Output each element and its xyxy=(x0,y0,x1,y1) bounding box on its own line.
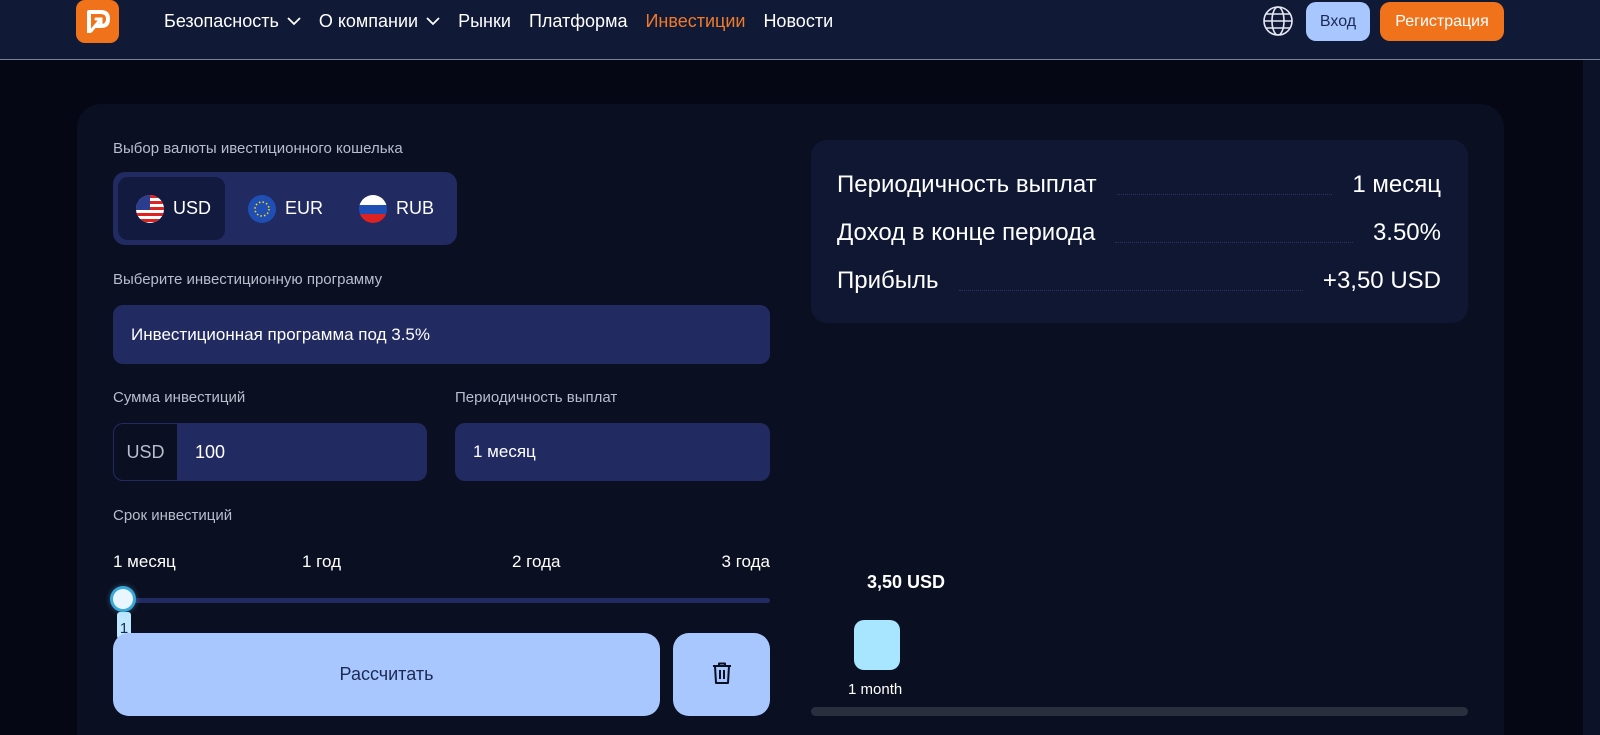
register-button[interactable]: Регистрация xyxy=(1380,2,1504,41)
nav-item-about[interactable]: О компании xyxy=(319,11,440,32)
globe-icon[interactable] xyxy=(1261,4,1295,38)
currency-eur-button[interactable]: EUR xyxy=(230,177,335,240)
term-label: Срок инвестиций xyxy=(113,507,233,524)
summary-row-profit: Прибыль +3,50 USD xyxy=(837,265,1441,297)
chart-bar xyxy=(854,620,900,670)
summary-divider xyxy=(1116,194,1333,195)
ru-flag-icon xyxy=(359,194,387,223)
period-select[interactable]: 1 месяц xyxy=(455,423,770,481)
main-nav: Безопасность О компании Рынки Платформа … xyxy=(164,0,851,42)
term-slider-track[interactable] xyxy=(113,598,770,603)
summary-value: 1 месяц xyxy=(1352,171,1441,198)
login-button[interactable]: Вход xyxy=(1306,2,1370,41)
chevron-down-icon xyxy=(426,16,440,26)
summary-row-period: Периодичность выплат 1 месяц xyxy=(837,169,1441,201)
chart-scrollbar[interactable] xyxy=(811,707,1468,716)
program-select[interactable]: Инвестиционная программа под 3.5% xyxy=(113,305,770,364)
nav-item-label: Инвестиции xyxy=(645,10,746,31)
summary-label: Прибыль xyxy=(837,267,939,294)
nav-item-label: Рынки xyxy=(458,10,511,31)
summary-divider xyxy=(1115,242,1353,243)
currency-label: Выбор валюты ивестиционного кошелька xyxy=(113,140,403,157)
us-flag-icon xyxy=(136,194,164,223)
trash-icon xyxy=(711,661,733,688)
nav-item-platform[interactable]: Платформа xyxy=(529,11,628,32)
program-label: Выберите инвестиционную программу xyxy=(113,271,383,288)
nav-item-markets[interactable]: Рынки xyxy=(458,11,511,32)
currency-code: EUR xyxy=(285,198,324,218)
top-navbar: Безопасность О компании Рынки Платформа … xyxy=(0,0,1600,60)
summary-label: Доход в конце периода xyxy=(837,219,1096,246)
summary-divider xyxy=(958,290,1303,291)
nav-item-news[interactable]: Новости xyxy=(763,11,833,32)
period-select-value: 1 месяц xyxy=(473,442,536,461)
clear-button[interactable] xyxy=(673,633,770,716)
bar-data-label: 3,50 USD xyxy=(867,572,946,592)
nav-item-label: Платформа xyxy=(528,10,628,31)
period-label: Периодичность выплат xyxy=(455,389,618,406)
term-mark[interactable]: 3 года xyxy=(722,552,770,572)
eu-flag-icon xyxy=(248,194,276,223)
term-mark[interactable]: 2 года xyxy=(512,552,560,572)
currency-code: USD xyxy=(173,198,212,218)
amount-field: USD xyxy=(113,423,427,481)
currency-usd-button[interactable]: USD xyxy=(118,177,225,240)
summary-row-yield: Доход в конце периода 3.50% xyxy=(837,217,1441,249)
summary-label: Периодичность выплат xyxy=(837,171,1097,198)
currency-code: RUB xyxy=(396,198,435,218)
summary-value: 3.50% xyxy=(1372,219,1441,246)
amount-label: Сумма инвестиций xyxy=(113,389,246,406)
amount-currency-prefix: USD xyxy=(113,423,178,481)
brand-logo-icon[interactable] xyxy=(76,0,119,43)
term-scale: 1 месяц 1 год 2 года 3 года xyxy=(113,552,770,574)
results-summary: Периодичность выплат 1 месяц Доход в кон… xyxy=(811,140,1468,323)
bar-category-label: 1 month xyxy=(848,681,903,698)
chevron-down-icon xyxy=(287,16,301,26)
nav-item-investments[interactable]: Инвестиции xyxy=(645,11,745,32)
page-scrollbar[interactable] xyxy=(1583,60,1600,735)
term-mark[interactable]: 1 месяц xyxy=(113,552,176,572)
amount-input[interactable] xyxy=(178,423,427,481)
currency-rub-button[interactable]: RUB xyxy=(341,177,451,240)
term-mark[interactable]: 1 год xyxy=(302,552,341,572)
nav-item-security[interactable]: Безопасность xyxy=(164,11,301,32)
nav-item-label: Новости xyxy=(763,10,834,31)
program-select-value: Инвестиционная программа под 3.5% xyxy=(131,324,430,344)
summary-value: +3,50 USD xyxy=(1322,267,1441,294)
currency-selector: USD EUR RUB xyxy=(113,172,457,245)
nav-item-label: Безопасность xyxy=(164,10,279,31)
calculate-button[interactable]: Рассчитать xyxy=(113,633,660,716)
nav-item-label: О компании xyxy=(318,10,419,31)
term-slider-thumb[interactable] xyxy=(113,589,133,609)
